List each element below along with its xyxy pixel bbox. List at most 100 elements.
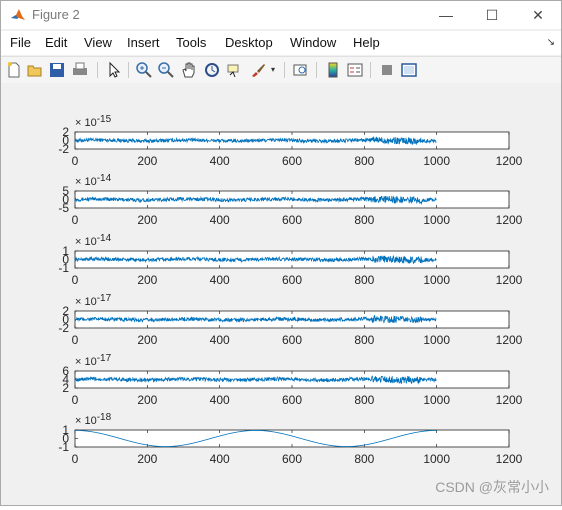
title-bar[interactable]: Figure 2 — ☐ ✕ — [1, 1, 561, 29]
new-figure-icon[interactable] — [5, 61, 23, 79]
subplot-2: 0 200 400 600 800 1000 120050-5× 10-14 — [58, 173, 522, 227]
x-tick-label: 400 — [210, 273, 230, 287]
x-tick-label: 200 — [137, 213, 157, 227]
menu-insert[interactable]: Insert — [127, 35, 160, 50]
colorbar-icon[interactable] — [324, 61, 342, 79]
figure-window: Figure 2 — ☐ ✕ File Edit View Insert Too… — [0, 0, 562, 506]
save-icon[interactable] — [48, 61, 66, 79]
x-tick-label: 800 — [354, 273, 374, 287]
hide-plot-tools-icon[interactable] — [378, 61, 396, 79]
brush-icon[interactable] — [249, 61, 267, 79]
x-tick-label: 1000 — [423, 393, 450, 407]
subplot-grid: 0 200 400 600 800 1000 120020-2× 10-150 200 400 6… — [58, 114, 523, 466]
x-tick-label: 1000 — [423, 154, 450, 168]
x-tick-label: 400 — [210, 452, 230, 466]
pan-hand-icon[interactable] — [180, 61, 198, 79]
x-tick-label: 200 — [137, 154, 157, 168]
watermark: CSDN @灰常小小 — [435, 479, 549, 495]
exponent-label: × 10-18 — [75, 412, 112, 427]
legend-icon[interactable] — [346, 61, 364, 79]
x-tick-label: 0 — [72, 154, 79, 168]
x-tick-label: 400 — [210, 213, 230, 227]
subplot-4: 0 200 400 600 800 1000 120020-2× 10-17 — [58, 293, 522, 347]
exponent-power: -17 — [97, 293, 112, 304]
y-tick-label: -2 — [58, 321, 69, 335]
y-tick-label: -1 — [58, 440, 69, 454]
brush-dropdown-icon[interactable]: ▾ — [271, 65, 289, 83]
exponent-label: × 10-17 — [75, 293, 112, 308]
subplot-1: 0 200 400 600 800 1000 120020-2× 10-15 — [58, 114, 522, 168]
toolbar-separator — [97, 62, 98, 78]
x-tick-label: 1200 — [496, 452, 523, 466]
x-tick-label: 1200 — [496, 273, 523, 287]
exponent-power: -14 — [97, 173, 112, 184]
exponent-power: -15 — [97, 114, 112, 125]
minimize-button[interactable]: — — [423, 1, 469, 29]
menu-view[interactable]: View — [84, 35, 112, 50]
link-plot-icon[interactable] — [292, 61, 310, 79]
x-tick-label: 1000 — [423, 213, 450, 227]
x-tick-label: 800 — [354, 452, 374, 466]
zoom-in-icon[interactable] — [135, 61, 153, 79]
x-tick-label: 400 — [210, 154, 230, 168]
x-tick-label: 600 — [282, 452, 302, 466]
toolbar-separator — [370, 62, 371, 78]
x-tick-label: 600 — [282, 154, 302, 168]
x-tick-label: 1200 — [496, 393, 523, 407]
toolbar-separator — [284, 62, 285, 78]
exponent-label: × 10-15 — [75, 114, 112, 129]
menu-help[interactable]: Help — [353, 35, 380, 50]
exponent-label: × 10-17 — [75, 353, 112, 368]
menu-window[interactable]: Window — [290, 35, 336, 50]
exponent-power: -17 — [97, 353, 112, 364]
exponent-power: -18 — [97, 412, 112, 423]
x-tick-label: 400 — [210, 333, 230, 347]
x-tick-label: 1000 — [423, 452, 450, 466]
figure-toolbar: ▾ — [1, 56, 561, 84]
x-tick-label: 400 — [210, 393, 230, 407]
print-icon[interactable] — [71, 61, 89, 79]
y-tick-label: -1 — [58, 261, 69, 275]
exponent-power: -14 — [97, 233, 112, 244]
x-tick-label: 800 — [354, 333, 374, 347]
subplot-6: 0 200 400 600 800 1000 120010-1× 10-18 — [58, 412, 522, 466]
y-tick-label: 2 — [62, 381, 69, 395]
edit-plot-arrow-icon[interactable] — [105, 61, 123, 79]
x-tick-label: 0 — [72, 333, 79, 347]
x-tick-label: 1200 — [496, 154, 523, 168]
menu-file[interactable]: File — [10, 35, 31, 50]
x-tick-label: 0 — [72, 452, 79, 466]
x-tick-label: 1200 — [496, 333, 523, 347]
x-tick-label: 0 — [72, 393, 79, 407]
matlab-logo-icon — [11, 9, 25, 20]
x-tick-label: 200 — [137, 452, 157, 466]
x-tick-label: 600 — [282, 213, 302, 227]
rotate-3d-icon[interactable] — [203, 61, 221, 79]
figure-canvas[interactable]: 0 200 400 600 800 1000 1200 2 0 -2 × 10-15 0 200 400 6… — [1, 83, 561, 505]
exponent-label: × 10-14 — [75, 233, 112, 248]
x-tick-label: 1000 — [423, 333, 450, 347]
x-tick-label: 200 — [137, 333, 157, 347]
dock-arrow-icon[interactable]: ↘ — [547, 37, 555, 48]
window-title: Figure 2 — [32, 7, 80, 22]
open-file-icon[interactable] — [26, 61, 44, 79]
subplot-5: 0 200 400 600 800 1000 1200642× 10-17 — [62, 353, 522, 407]
y-tick-label: -5 — [58, 201, 69, 215]
x-tick-label: 600 — [282, 333, 302, 347]
x-tick-label: 800 — [354, 393, 374, 407]
maximize-button[interactable]: ☐ — [469, 1, 515, 29]
close-button[interactable]: ✕ — [515, 1, 561, 29]
toolbar-separator — [316, 62, 317, 78]
x-tick-label: 0 — [72, 273, 79, 287]
x-tick-label: 200 — [137, 273, 157, 287]
toolbar-separator — [128, 62, 129, 78]
menu-tools[interactable]: Tools — [176, 35, 206, 50]
x-tick-label: 800 — [354, 154, 374, 168]
show-plot-tools-icon[interactable] — [400, 61, 418, 79]
x-tick-label: 200 — [137, 393, 157, 407]
menu-desktop[interactable]: Desktop — [225, 35, 273, 50]
x-tick-label: 1000 — [423, 273, 450, 287]
data-cursor-icon[interactable] — [225, 61, 243, 79]
zoom-out-icon[interactable] — [157, 61, 175, 79]
menu-edit[interactable]: Edit — [45, 35, 67, 50]
